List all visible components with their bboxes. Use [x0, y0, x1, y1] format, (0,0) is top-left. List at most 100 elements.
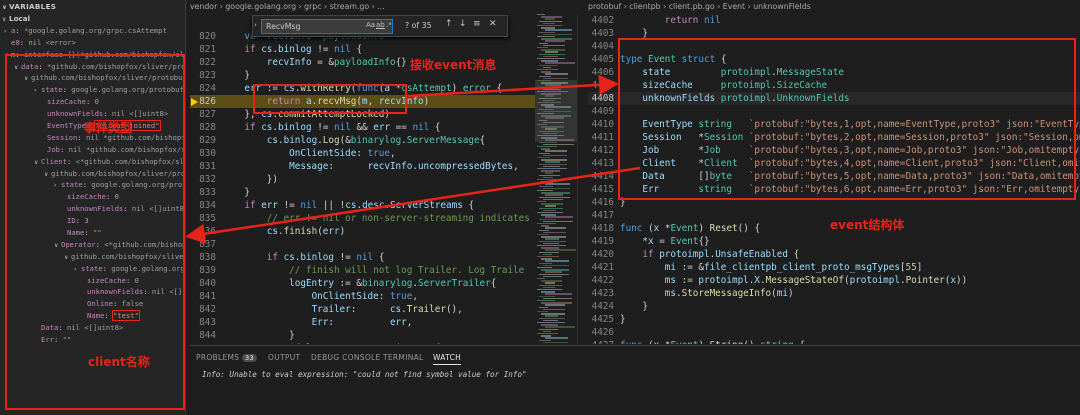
- minimap-line: [541, 214, 556, 216]
- minimap-line: [545, 260, 569, 262]
- code-line[interactable]: 4425}: [588, 313, 1080, 326]
- minimap-line: [543, 198, 563, 201]
- code-line[interactable]: 821 if cs.binlog != nil {: [190, 43, 535, 56]
- minimap-line: [539, 42, 548, 44]
- minimap-line: [543, 209, 556, 212]
- line-number: 4417: [591, 210, 614, 221]
- breadcrumb-item[interactable]: vendor: [190, 2, 217, 11]
- breadcrumb-item[interactable]: protobuf: [588, 2, 621, 11]
- breadcrumb-item[interactable]: Event: [723, 2, 745, 11]
- code-line[interactable]: 841 OnClientSide: true,: [190, 290, 535, 303]
- code-line[interactable]: 831 Message: recvInfo.uncompressedBytes,: [190, 160, 535, 173]
- chevron-right-icon[interactable]: ›: [4, 26, 11, 37]
- breadcrumb[interactable]: protobuf › clientpb › client.pb.go › Eve…: [588, 0, 1080, 13]
- selection-icon[interactable]: ≡: [473, 19, 481, 29]
- code-line[interactable]: 835 // err != nil or non-server-streamin…: [190, 212, 535, 225]
- minimap-line: [539, 240, 566, 242]
- minimap-line: [537, 333, 558, 335]
- code-text: logEntry := &binarylog.ServerTrailer{: [289, 278, 497, 289]
- code-line[interactable]: 845 if logEntry.Err == io.EOF {: [190, 342, 535, 344]
- code-line[interactable]: 828 if cs.binlog != nil && err == nil {: [190, 121, 535, 134]
- minimap-viewport[interactable]: [535, 80, 577, 142]
- variables-header[interactable]: ∨ VARIABLES: [0, 0, 185, 13]
- match-case-toggle[interactable]: Aa: [366, 21, 375, 29]
- breadcrumb-item[interactable]: stream.go: [330, 2, 370, 11]
- breadcrumb-item[interactable]: unknownFields: [753, 2, 811, 11]
- line-number: 4404: [591, 41, 614, 52]
- code-line[interactable]: 832 }): [190, 173, 535, 186]
- code-line[interactable]: 829 cs.binlog.Log(&binarylog.ServerMessa…: [190, 134, 535, 147]
- minimap-line: [545, 282, 555, 284]
- breadcrumb-item[interactable]: client.pb.go: [669, 2, 715, 11]
- arrow-down-icon[interactable]: ↓: [459, 19, 467, 29]
- code-line[interactable]: 834 if err != nil || !cs.desc.ServerStre…: [190, 199, 535, 212]
- minimap-line: [543, 308, 565, 311]
- minimap-line: [537, 300, 555, 302]
- left-minimap[interactable]: [535, 14, 577, 344]
- breadcrumb-item[interactable]: google.golang.org: [225, 2, 296, 11]
- code-line[interactable]: 833 }: [190, 186, 535, 199]
- tab-problems[interactable]: PROBLEMS 33: [196, 353, 257, 362]
- expand-replace-icon[interactable]: ›: [254, 21, 257, 29]
- minimap-line: [541, 269, 569, 271]
- breadcrumb-separator: ›: [321, 2, 330, 11]
- code-line[interactable]: 4420 if protoimpl.UnsafeEnabled {: [588, 248, 1080, 261]
- breadcrumb-item[interactable]: clientpb: [629, 2, 660, 11]
- tab-watch[interactable]: WATCH: [433, 353, 462, 365]
- tab-output[interactable]: OUTPUT: [268, 353, 300, 362]
- line-number: 822: [199, 57, 216, 68]
- line-number: 4405: [591, 54, 614, 65]
- code-line[interactable]: 4427 func (x *Event) String() string {: [588, 339, 1080, 344]
- code-text: func (x *Event) Reset() {: [620, 223, 761, 234]
- line-number: 838: [199, 252, 216, 263]
- code-line[interactable]: 837: [190, 238, 535, 251]
- code-line[interactable]: 4419 *x = Event{}: [588, 235, 1080, 248]
- minimap-line: [545, 337, 568, 339]
- code-line[interactable]: 839 // finish will not log Trailer. Log …: [190, 264, 535, 277]
- scope-local[interactable]: ∨ Local: [0, 13, 185, 25]
- code-line[interactable]: 842 Trailer: cs.Trailer(),: [190, 303, 535, 316]
- minimap-line: [543, 187, 570, 190]
- breadcrumb-item[interactable]: grpc: [304, 2, 321, 11]
- code-line[interactable]: 4422 ms := protoimpl.X.MessageStateOf(pr…: [588, 274, 1080, 287]
- breadcrumb[interactable]: vendor › google.golang.org › grpc › stre…: [190, 0, 535, 13]
- whole-word-toggle[interactable]: ab: [376, 21, 385, 29]
- breadcrumb-item[interactable]: ...: [377, 2, 384, 11]
- minimap-line: [537, 47, 548, 49]
- code-line[interactable]: 836 cs.finish(err): [190, 225, 535, 238]
- minimap-line: [545, 315, 558, 317]
- code-line[interactable]: 4402 return nil: [588, 14, 1080, 27]
- code-line[interactable]: 840 logEntry := &binarylog.ServerTrailer…: [190, 277, 535, 290]
- minimap-line: [541, 247, 559, 249]
- line-number: 829: [199, 135, 216, 146]
- code-line[interactable]: 4424 }: [588, 300, 1080, 313]
- tab-debug-console[interactable]: DEBUG CONSOLE: [311, 353, 381, 362]
- line-number: 841: [199, 291, 216, 302]
- arrow-up-icon[interactable]: ↑: [445, 19, 453, 29]
- minimap-line: [543, 253, 552, 256]
- minimap-line: [537, 311, 548, 313]
- code-text: if err != nil || !cs.desc.ServerStreams …: [244, 200, 475, 211]
- code-line[interactable]: 4426: [588, 326, 1080, 339]
- variable-row[interactable]: e0: nil <error>: [0, 37, 185, 49]
- left-scrollbar[interactable]: [577, 14, 585, 344]
- code-line[interactable]: 830 OnClientSide: true,: [190, 147, 535, 160]
- code-line[interactable]: 4423 ms.StoreMessageInfo(mi): [588, 287, 1080, 300]
- tab-terminal[interactable]: TERMINAL: [383, 353, 424, 362]
- code-line[interactable]: 4421 mi := &file_clientpb_client_proto_m…: [588, 261, 1080, 274]
- code-line[interactable]: 838 if cs.binlog != nil {: [190, 251, 535, 264]
- code-text: if cs.binlog != nil {: [266, 252, 385, 263]
- code-line[interactable]: 843 Err: err,: [190, 316, 535, 329]
- minimap-line: [537, 223, 556, 225]
- minimap-line: [543, 231, 566, 234]
- variable-row[interactable]: › a: *google.golang.org/grpc.csAttempt: [0, 25, 185, 37]
- minimap-line: [541, 27, 555, 29]
- minimap-line: [545, 227, 566, 229]
- close-icon[interactable]: ✕: [489, 19, 497, 29]
- line-number: 837: [199, 239, 216, 250]
- regex-toggle[interactable]: .*: [386, 21, 392, 29]
- line-number: 840: [199, 278, 216, 289]
- minimap-line: [541, 148, 550, 150]
- minimap-line: [539, 229, 549, 231]
- code-line[interactable]: 844 }: [190, 329, 535, 342]
